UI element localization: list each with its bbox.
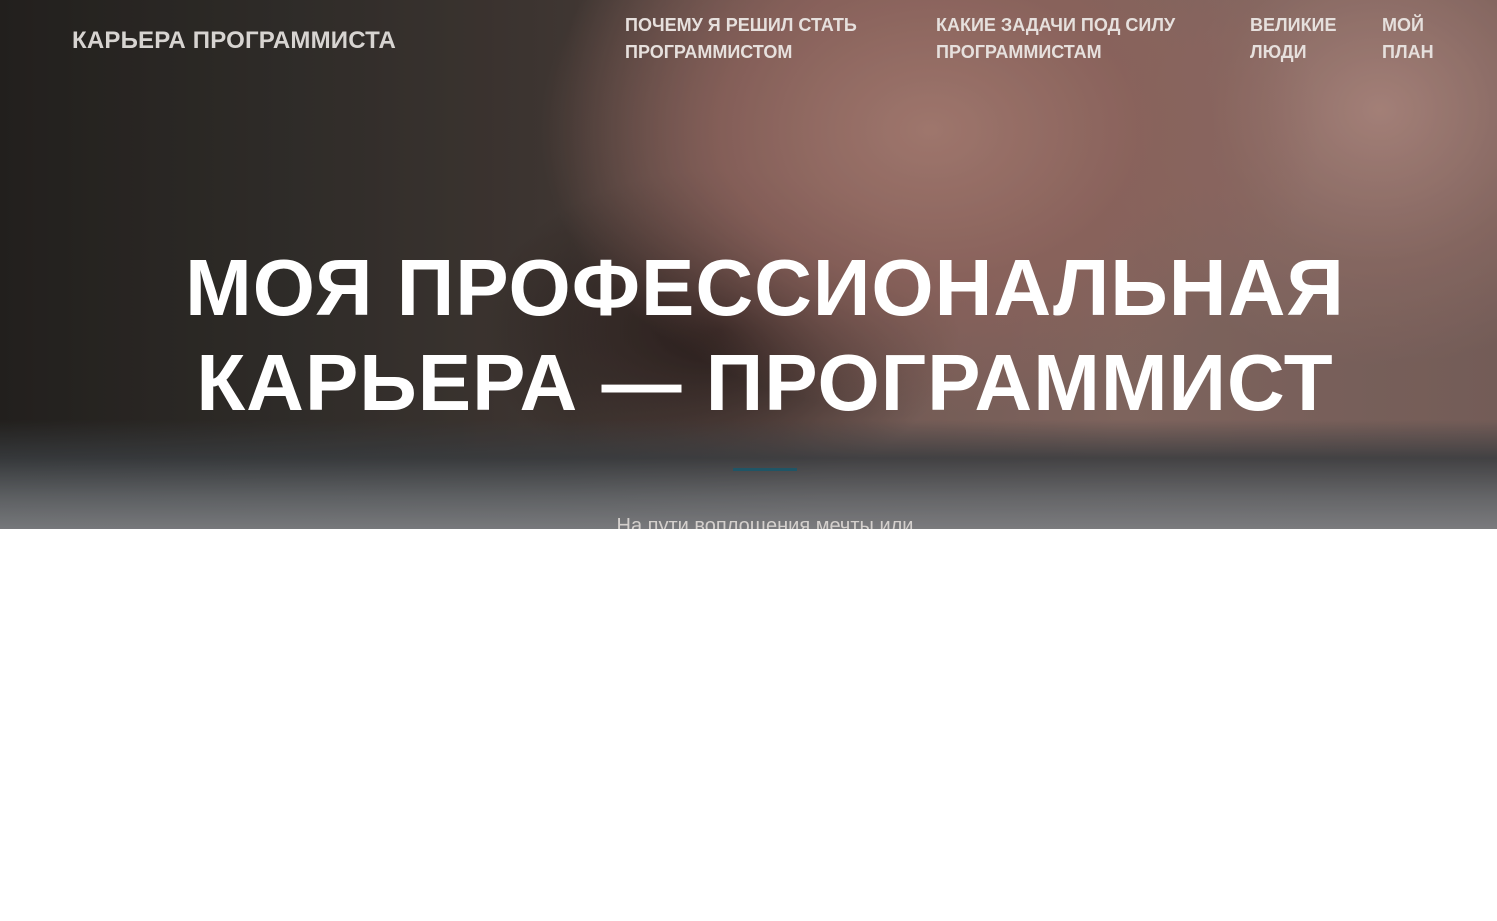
hero-divider (733, 468, 797, 471)
main-nav: ПОЧЕМУ Я РЕШИЛ СТАТЬ ПРОГРАММИСТОМ КАКИЕ… (0, 12, 1497, 72)
hero-section: КАРЬЕРА ПРОГРАММИСТА ПОЧЕМУ Я РЕШИЛ СТАТ… (0, 0, 1497, 529)
page-body (0, 529, 1497, 921)
hero-subtitle: На пути воплощения мечты или (616, 515, 914, 529)
nav-item-why-programmer[interactable]: ПОЧЕМУ Я РЕШИЛ СТАТЬ ПРОГРАММИСТОМ (625, 12, 875, 66)
hero-title: МОЯ ПРОФЕССИОНАЛЬНАЯ КАРЬЕРА — ПРОГРАММИ… (0, 240, 1497, 430)
nav-item-tasks[interactable]: КАКИЕ ЗАДАЧИ ПОД СИЛУ ПРОГРАММИСТАМ (936, 12, 1196, 66)
hero-title-text: МОЯ ПРОФЕССИОНАЛЬНАЯ КАРЬЕРА — ПРОГРАММИ… (185, 243, 1345, 427)
nav-item-great-people[interactable]: ВЕЛИКИЕ ЛЮДИ (1250, 12, 1350, 66)
nav-item-my-plan[interactable]: МОЙ ПЛАН (1382, 12, 1442, 66)
